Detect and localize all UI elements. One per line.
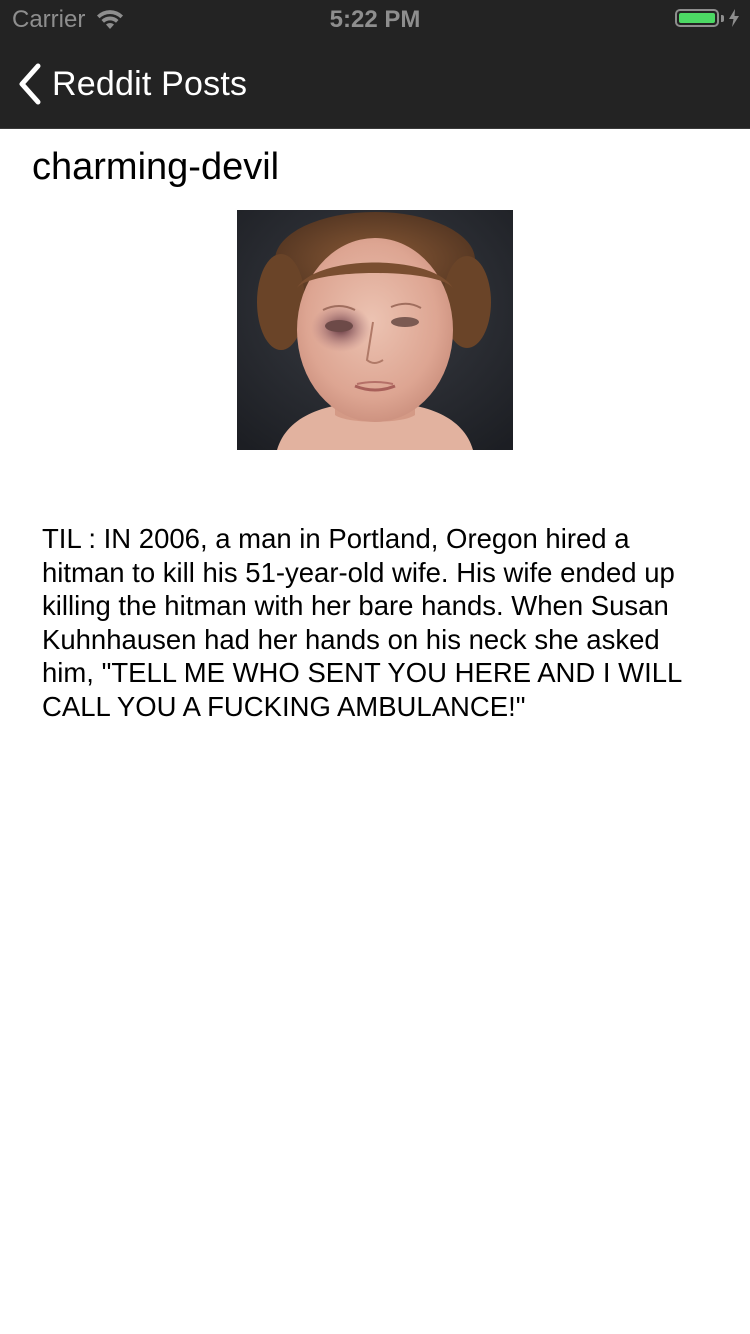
status-time: 5:22 PM — [329, 6, 421, 33]
chevron-left-icon — [19, 63, 41, 105]
battery-icon — [675, 9, 719, 27]
battery-tip — [721, 14, 724, 22]
back-button-label: Reddit Posts — [52, 64, 248, 103]
back-button[interactable]: Reddit Posts — [16, 60, 247, 108]
post-title: TIL : IN 2006, a man in Portland, Oregon… — [42, 523, 682, 722]
battery-indicator — [675, 9, 740, 27]
post-detail-screen: Carrier 5:22 PM Reddit Posts charming-de… — [0, 0, 750, 1334]
status-bar: Carrier 5:22 PM — [0, 0, 750, 40]
navigation-bar: Reddit Posts — [0, 40, 750, 128]
battery-fill — [679, 13, 715, 23]
post-photo — [237, 210, 513, 450]
post-author: charming-devil — [32, 146, 280, 188]
post-image — [237, 210, 513, 450]
charging-bolt-icon — [729, 9, 739, 27]
top-bar: Carrier 5:22 PM Reddit Posts — [0, 0, 750, 129]
